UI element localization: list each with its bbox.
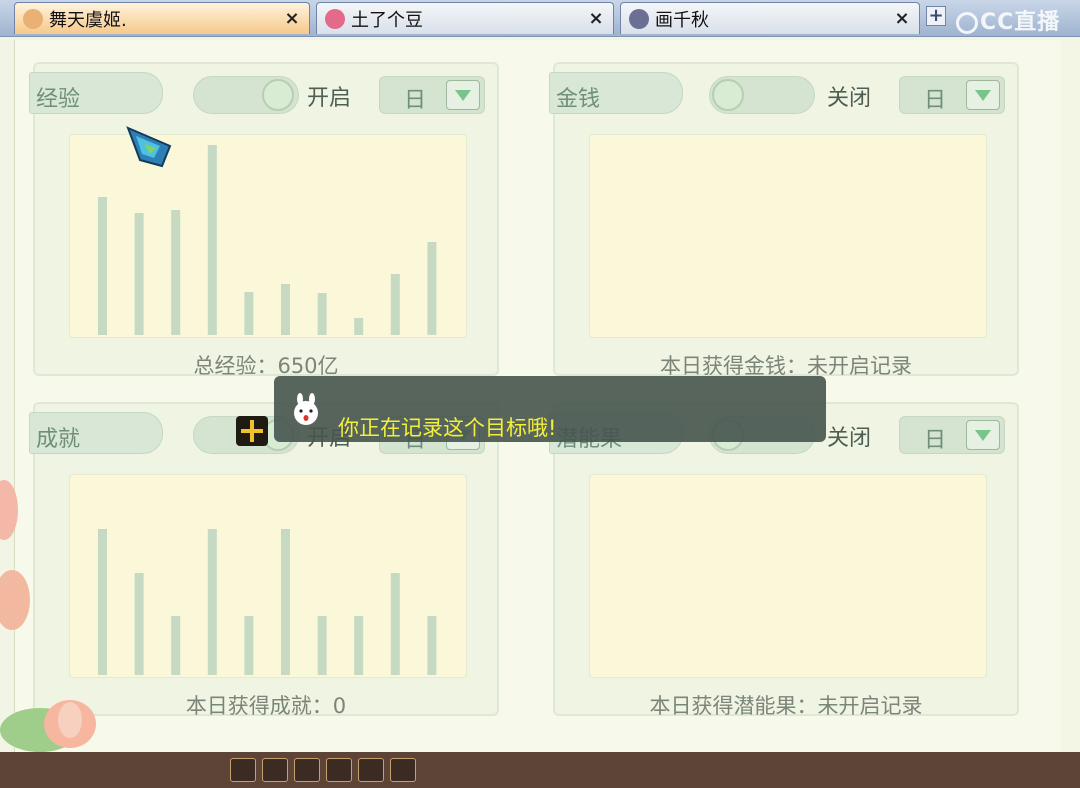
panel-title: 金钱: [556, 87, 601, 112]
panel-achievement: 成就 开启 日 本日获得成就：0: [29, 402, 499, 718]
lotus-flower-icon: [0, 700, 96, 752]
chart-bar: [354, 318, 364, 335]
new-tab-button[interactable]: +: [926, 6, 946, 26]
chart-bar: [244, 292, 254, 335]
period-dropdown[interactable]: 日: [379, 76, 485, 114]
period-dropdown[interactable]: 日: [899, 416, 1005, 454]
period-value: 日: [924, 88, 947, 113]
skill-slot[interactable]: [230, 758, 256, 782]
toggle-knob[interactable]: [262, 79, 294, 111]
avatar-icon: [629, 8, 649, 29]
toggle-label: 开启: [307, 86, 352, 111]
chart-bar: [390, 573, 400, 675]
achievement-bar-chart: [98, 529, 437, 675]
chart-bar: [317, 293, 327, 335]
tooltip-text: 你正在记录这个目标哦!: [338, 416, 557, 440]
period-dropdown[interactable]: 日: [899, 76, 1005, 114]
chat-icon[interactable]: [358, 758, 384, 782]
panel-title: 成就: [36, 427, 81, 452]
tab-label: 舞天虞姬.: [49, 9, 127, 31]
watermark-text: CC直播: [980, 10, 1061, 35]
chart-bar: [354, 616, 364, 675]
toggle-label: 关闭: [827, 426, 872, 451]
chart-bar: [281, 284, 290, 335]
chart-bar: [134, 213, 144, 335]
chart-bar: [98, 197, 107, 335]
avatar-icon: [325, 8, 345, 29]
lotus-decoration-icon: [0, 480, 30, 630]
panel-money: 金钱 关闭 日 本日获得金钱：未开启记录: [549, 62, 1019, 378]
chart-bar: [207, 145, 217, 335]
bunny-icon: [294, 393, 318, 425]
panel-title-tab: 金钱: [549, 72, 683, 114]
panel-exp: 经验 开启 日 总经验：650亿: [29, 62, 499, 378]
panel-potential-fruit: 潜能果 关闭 日 本日获得潜能果：未开启记录: [549, 402, 1019, 718]
cursor-icon: [126, 126, 172, 168]
chart-bar: [317, 616, 327, 675]
close-icon[interactable]: ×: [281, 8, 303, 29]
record-toggle[interactable]: [709, 76, 815, 114]
chart-bar: [281, 529, 290, 675]
watermark: CC直播: [956, 4, 1060, 36]
achievement-chart: [69, 474, 467, 678]
dropdown-icon[interactable]: [390, 758, 416, 782]
record-toggle[interactable]: [193, 76, 299, 114]
chart-bar: [98, 529, 107, 675]
chevron-down-icon[interactable]: [446, 80, 480, 110]
chevron-down-icon[interactable]: [966, 80, 1000, 110]
tab-label: 土了个豆: [351, 9, 423, 31]
toggle-knob[interactable]: [712, 79, 744, 111]
panel-title-tab: 经验: [29, 72, 163, 114]
close-icon[interactable]: ×: [891, 8, 913, 29]
fruit-chart: [589, 474, 987, 678]
tab-strip: 舞天虞姬. × 土了个豆 × 画千秋 × + CC直播: [0, 0, 1080, 37]
tab-label: 画千秋: [655, 9, 709, 31]
period-value: 日: [404, 88, 427, 113]
period-value: 日: [924, 428, 947, 453]
chart-bar: [427, 616, 437, 675]
skill-slot[interactable]: [326, 758, 352, 782]
chart-bar: [171, 210, 181, 335]
panel-title-tab: 成就: [29, 412, 163, 454]
cc-logo-icon: [956, 12, 978, 34]
tab-tu-le-ge-dou[interactable]: 土了个豆 ×: [316, 2, 614, 34]
chart-bar: [134, 573, 144, 675]
chart-bar: [207, 529, 217, 675]
tab-wutian-yuji[interactable]: 舞天虞姬. ×: [14, 2, 310, 34]
chevron-down-icon[interactable]: [966, 420, 1000, 450]
game-bottom-bar: [0, 752, 1080, 788]
tab-hua-qian-qiu[interactable]: 画千秋 ×: [620, 2, 920, 34]
avatar-icon: [23, 8, 43, 29]
skill-slot[interactable]: [294, 758, 320, 782]
panel-caption: 本日获得潜能果：未开启记录: [649, 694, 923, 718]
chart-bar: [244, 616, 254, 675]
chart-bar: [171, 616, 181, 675]
tooltip-popup: 你正在记录这个目标哦!: [274, 376, 826, 442]
move-icon[interactable]: [236, 416, 268, 446]
close-icon[interactable]: ×: [585, 8, 607, 29]
skill-slot[interactable]: [262, 758, 288, 782]
chart-bar: [390, 274, 400, 335]
background-strip: [1062, 40, 1080, 752]
money-chart: [589, 134, 987, 338]
chart-bar: [427, 242, 437, 335]
panel-title: 经验: [36, 87, 81, 112]
toggle-label: 关闭: [827, 86, 872, 111]
